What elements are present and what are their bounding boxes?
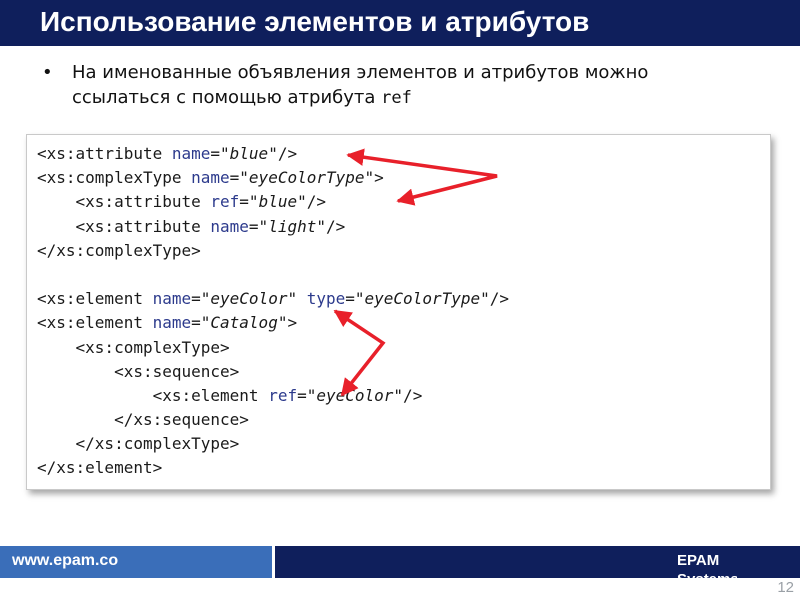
code-line: <xs:sequence> [37, 360, 509, 384]
code-token-tag: </xs:complexType> [37, 240, 201, 260]
code-token-attr: name [171, 144, 211, 163]
code-example-box: <xs:attribute name="blue"/> <xs:complexTy… [26, 134, 771, 490]
code-token-val: eyeColorType [248, 168, 365, 188]
code-token-tag: =" [297, 385, 317, 405]
code-token-tag: <xs:element [37, 385, 269, 405]
code-token-attr: ref [268, 385, 298, 405]
code-token-attr: name [210, 216, 249, 236]
code-token-tag: "> [364, 168, 384, 188]
code-token-tag: <xs:complexType [37, 168, 192, 188]
bullet-text: На именованные объявления элементов и ат… [72, 60, 732, 111]
code-token-tag: </xs:element> [37, 458, 163, 478]
footer-url-bar: www.epam.co [0, 546, 272, 578]
bullet-marker: • [42, 62, 53, 83]
slide-title: Использование элементов и атрибутов [40, 6, 590, 37]
code-line: <xs:complexType name="eyeColorType"> [37, 166, 509, 190]
code-token-attr: ref [210, 192, 240, 212]
title-bar: Использование элементов и атрибутов [0, 0, 800, 46]
code-token-tag: "/> [393, 385, 423, 405]
footer-url[interactable]: www.epam.co [12, 552, 118, 570]
footer-brand: EPAM Systems [677, 552, 737, 578]
code-token-tag: "/> [480, 289, 510, 309]
code-token-tag [37, 265, 47, 284]
code-token-attr: type [306, 289, 346, 309]
code-line: </xs:sequence> [37, 408, 509, 432]
bullet-text-body: На именованные объявления элементов и ат… [72, 62, 649, 108]
code-line: <xs:element name="eyeColor" type="eyeCol… [37, 287, 509, 311]
code-line: <xs:attribute name="blue"/> [37, 142, 509, 166]
code-token-tag: <xs:attribute [37, 192, 211, 212]
code-token-tag: " [287, 289, 307, 309]
code-token-tag: =" [210, 144, 230, 163]
code-token-val: blue [229, 144, 269, 163]
code-token-tag: =" [239, 192, 259, 212]
code-token-tag: <xs:attribute [37, 144, 172, 163]
code-token-val: blue [258, 192, 298, 212]
code-token-attr: name [191, 168, 230, 188]
code-token-val: eyeColor [210, 289, 288, 309]
code-token-val: eyeColorType [364, 289, 481, 309]
code-token-val: eyeColor [316, 385, 394, 405]
code-token-tag: =" [191, 313, 211, 333]
code-token-attr: name [152, 313, 192, 333]
code-listing: <xs:attribute name="blue"/> <xs:complexTy… [37, 142, 509, 481]
page-number: 12 [777, 579, 794, 596]
code-token-tag: <xs:element [37, 313, 153, 333]
code-token-tag: <xs:sequence> [37, 361, 240, 381]
code-token-tag: </xs:sequence> [37, 410, 249, 430]
code-token-attr: name [152, 289, 192, 309]
code-line: </xs:complexType> [37, 239, 509, 263]
code-line: <xs:attribute name="light"/> [37, 215, 509, 239]
code-line [37, 263, 509, 287]
code-token-tag: "/> [268, 144, 298, 163]
code-line: <xs:attribute ref="blue"/> [37, 190, 509, 214]
code-token-tag: <xs:element [37, 289, 153, 309]
footer-brand-bar: EPAM Systems [275, 546, 800, 578]
code-token-tag: "/> [316, 216, 346, 236]
code-token-tag: <xs:attribute [37, 216, 211, 236]
code-token-tag: =" [229, 168, 249, 188]
code-line: <xs:element ref="eyeColor"/> [37, 384, 509, 408]
code-token-val: light [268, 216, 317, 236]
code-token-tag: =" [191, 289, 211, 309]
code-token-tag: =" [345, 289, 365, 309]
code-line: <xs:element name="Catalog"> [37, 311, 509, 335]
code-token-tag: <xs:complexType> [37, 337, 230, 357]
code-token-tag: </xs:complexType> [37, 434, 240, 454]
code-token-tag: =" [248, 216, 269, 236]
code-line: <xs:complexType> [37, 336, 509, 360]
code-token-tag: "> [277, 313, 298, 333]
bullet-code-ref: ref [381, 88, 412, 108]
code-token-val: Catalog [210, 313, 278, 333]
code-line: </xs:element> [37, 456, 509, 480]
code-line: </xs:complexType> [37, 432, 509, 456]
code-token-tag: "/> [297, 192, 326, 212]
